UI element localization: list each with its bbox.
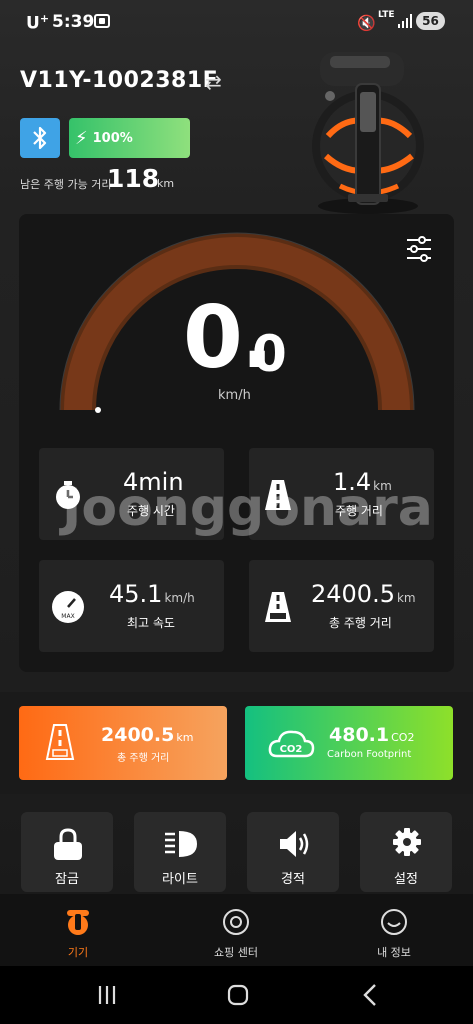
max-speed-label: 최고 속도: [127, 616, 175, 630]
range-unit: km: [157, 177, 175, 190]
bottom-tab-bar: 기기 쇼핑 센터 내 정보: [0, 894, 473, 966]
total-distance-unit: km: [396, 591, 416, 605]
bluetooth-button[interactable]: [20, 118, 60, 158]
screen-record-icon: [94, 14, 110, 28]
total-distance-stat[interactable]: 2400.5 km 총 주행 거리: [249, 560, 434, 652]
total-distance-value: 2400.5: [311, 580, 395, 608]
carbon-value: 480.1: [329, 724, 390, 746]
settings-button[interactable]: 설정: [360, 812, 452, 892]
headlight-icon: [165, 831, 197, 857]
mute-icon: 🔇: [357, 14, 376, 32]
home-icon[interactable]: [223, 980, 253, 1010]
max-speed-unit: km/h: [164, 591, 195, 605]
svg-text:CO2: CO2: [280, 744, 303, 755]
horn-label: 경적: [281, 872, 305, 887]
bluetooth-icon: [33, 126, 47, 150]
road-icon: [45, 724, 75, 760]
total-card-label: 총 주행 거리: [117, 753, 170, 764]
app-screen: U+ 5:39 🔇 LTE 56 V11Y-1002381F ⇄ ⚡ 100% …: [0, 0, 473, 1024]
signal-icon: [398, 14, 412, 28]
max-speed-value: 45.1: [109, 580, 163, 608]
clock: 5:39: [52, 12, 95, 32]
lock-label: 잠금: [55, 872, 79, 887]
battery-percent: 100%: [92, 130, 133, 146]
total-distance-label: 총 주행 거리: [329, 616, 392, 630]
carbon-unit: CO2: [391, 731, 415, 744]
unicycle-image: [312, 52, 424, 214]
back-icon[interactable]: [356, 980, 386, 1010]
max-gauge-icon: MAX: [52, 591, 84, 623]
lock-icon: [54, 828, 82, 860]
max-speed-stat[interactable]: MAX 45.1 km/h 최고 속도: [39, 560, 224, 652]
tab-profile-label: 내 정보: [377, 946, 411, 959]
range-label: 남은 주행 가능 거리: [20, 178, 112, 191]
settings-label: 설정: [394, 872, 418, 887]
total-distance-card[interactable]: 2400.5 km 총 주행 거리: [19, 706, 227, 780]
lock-button[interactable]: 잠금: [21, 812, 113, 892]
switch-device-icon[interactable]: ⇄: [205, 70, 222, 94]
svg-text:MAX: MAX: [61, 613, 74, 620]
network-label: LTE: [378, 10, 395, 20]
speed-decimal: 0: [252, 325, 287, 383]
gear-icon: [393, 828, 421, 856]
smile-icon: [381, 909, 407, 935]
co2-cloud-icon: CO2: [268, 730, 315, 758]
device-icon: [67, 910, 89, 935]
speed-unit: km/h: [218, 388, 251, 403]
bolt-icon: ⚡: [75, 127, 88, 149]
carrier-label: U+: [26, 12, 50, 34]
battery-indicator: ⚡ 100%: [69, 118, 190, 158]
tab-profile[interactable]: 내 정보: [334, 894, 454, 966]
shop-icon: [223, 909, 249, 935]
tab-shop-label: 쇼핑 센터: [214, 946, 258, 959]
light-button[interactable]: 라이트: [134, 812, 226, 892]
carbon-label: Carbon Footprint: [327, 749, 412, 760]
watermark: Joonggonara: [62, 478, 433, 538]
odometer-road-icon: [265, 592, 291, 622]
gauge-needle-dot: [95, 407, 101, 413]
recent-apps-icon[interactable]: [92, 980, 122, 1010]
status-bar: U+ 5:39 🔇 LTE 56: [0, 8, 473, 38]
carbon-footprint-card[interactable]: CO2 480.1 CO2 Carbon Footprint: [245, 706, 453, 780]
total-card-unit: km: [176, 731, 194, 744]
horn-icon: [280, 831, 309, 857]
system-nav-bar: [0, 966, 473, 1024]
range-value: 118: [107, 164, 160, 193]
horn-button[interactable]: 경적: [247, 812, 339, 892]
tab-shop[interactable]: 쇼핑 센터: [176, 894, 296, 966]
total-card-value: 2400.5: [101, 724, 175, 746]
battery-status: 56: [416, 12, 445, 30]
tab-device-label: 기기: [67, 946, 89, 959]
device-name[interactable]: V11Y-1002381F: [20, 68, 218, 93]
tab-device[interactable]: 기기: [18, 894, 138, 966]
light-label: 라이트: [162, 872, 198, 887]
